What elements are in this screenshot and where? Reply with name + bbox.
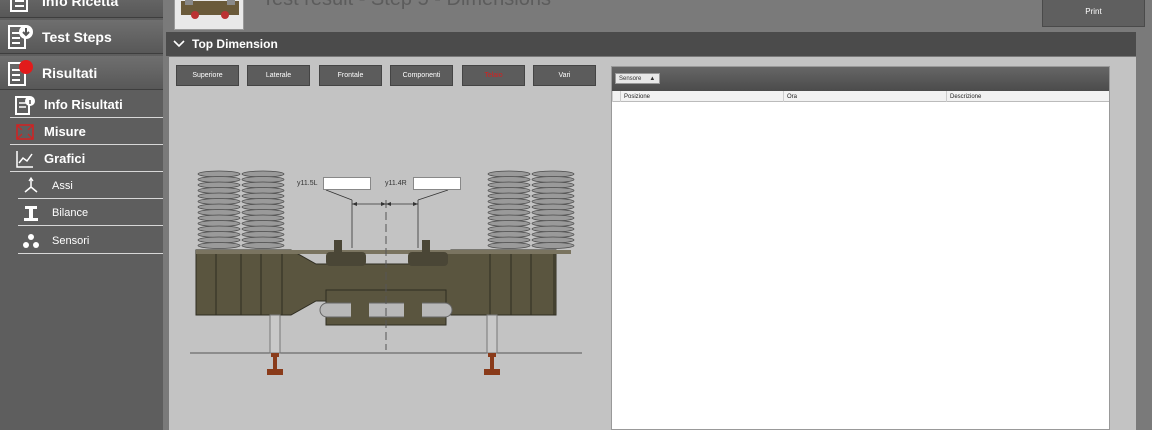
measure-label-left: y11.5L (297, 180, 318, 187)
nav-assi[interactable]: Assi (18, 173, 163, 199)
group-by-chip[interactable]: Sensore ▲ (615, 73, 660, 84)
section-title: Top Dimension (192, 37, 278, 51)
tab-componenti[interactable]: Componenti (390, 65, 453, 86)
table-toolbar: Sensore ▲ (612, 67, 1109, 91)
document-info-icon (12, 94, 38, 116)
page-title: Test result - Step 5 - Dimensions (262, 0, 551, 11)
section-header[interactable]: Top Dimension (166, 32, 1136, 56)
document-download-icon (4, 22, 38, 52)
nav-grafici[interactable]: Grafici (10, 146, 163, 172)
column-header-descrizione[interactable]: Descrizione (946, 91, 1109, 102)
sidebar: Info Ricetta Test Steps Risultati Info R… (0, 0, 163, 430)
nav-info-risultati[interactable]: Info Risultati (10, 92, 163, 118)
sensors-icon (18, 230, 44, 252)
app-window: { "sidebar": { "main": [ {"label": "Info… (0, 0, 1152, 430)
tab-laterale[interactable]: Laterale (247, 65, 310, 86)
coil-spring (531, 170, 575, 249)
nav-label: Info Risultati (44, 97, 123, 112)
step-thumbnail (174, 0, 244, 30)
tab-frontale[interactable]: Frontale (319, 65, 382, 86)
measure-input-left[interactable] (323, 177, 371, 190)
tab-vari[interactable]: Vari (533, 65, 596, 86)
document-alert-icon (4, 58, 38, 88)
nav-label: Risultati (42, 64, 98, 81)
nav-label: Grafici (44, 151, 86, 166)
sensor-table: Sensore ▲ Posizione Ora Descrizione (611, 66, 1110, 430)
axes-icon (18, 175, 44, 197)
row-selector-header[interactable] (612, 91, 620, 102)
nav-label: Info Ricetta (42, 0, 119, 9)
table-header: Posizione Ora Descrizione (612, 91, 1109, 102)
document-list-icon (4, 0, 38, 16)
print-button[interactable]: Print (1042, 0, 1145, 27)
line-chart-icon (12, 148, 38, 170)
column-header-posizione[interactable]: Posizione (620, 91, 783, 102)
nav-label: Bilance (52, 206, 89, 219)
nav-sensori[interactable]: Sensori (18, 228, 163, 254)
nav-info-ricetta[interactable]: Info Ricetta (0, 0, 163, 18)
tab-telaio[interactable]: Telaio (462, 65, 525, 86)
coil-spring (241, 170, 285, 249)
bogie-frame-drawing: y11.5L y11.4R (186, 160, 586, 385)
measure-input-right[interactable] (413, 177, 461, 190)
measure-label-right: y11.4R (385, 180, 407, 187)
tab-superiore[interactable]: Superiore (176, 65, 239, 86)
rail-icon (18, 202, 44, 224)
column-header-ora[interactable]: Ora (783, 91, 946, 102)
nav-test-steps[interactable]: Test Steps (0, 20, 163, 54)
nav-label: Sensori (52, 234, 90, 247)
nav-label: Test Steps (42, 28, 112, 45)
ruler-frame-icon (12, 121, 38, 143)
coil-spring (487, 170, 531, 249)
coil-spring (197, 170, 241, 249)
nav-risultati[interactable]: Risultati (0, 56, 163, 90)
group-by-label: Sensore (619, 75, 642, 82)
nav-misure[interactable]: Misure (10, 119, 163, 145)
bogie-diagram (190, 170, 582, 375)
nav-label: Assi (52, 179, 73, 192)
chevron-down-icon[interactable] (166, 40, 192, 48)
nav-label: Misure (44, 124, 86, 139)
nav-bilance[interactable]: Bilance (18, 200, 163, 226)
sort-asc-icon[interactable]: ▲ (649, 76, 655, 82)
